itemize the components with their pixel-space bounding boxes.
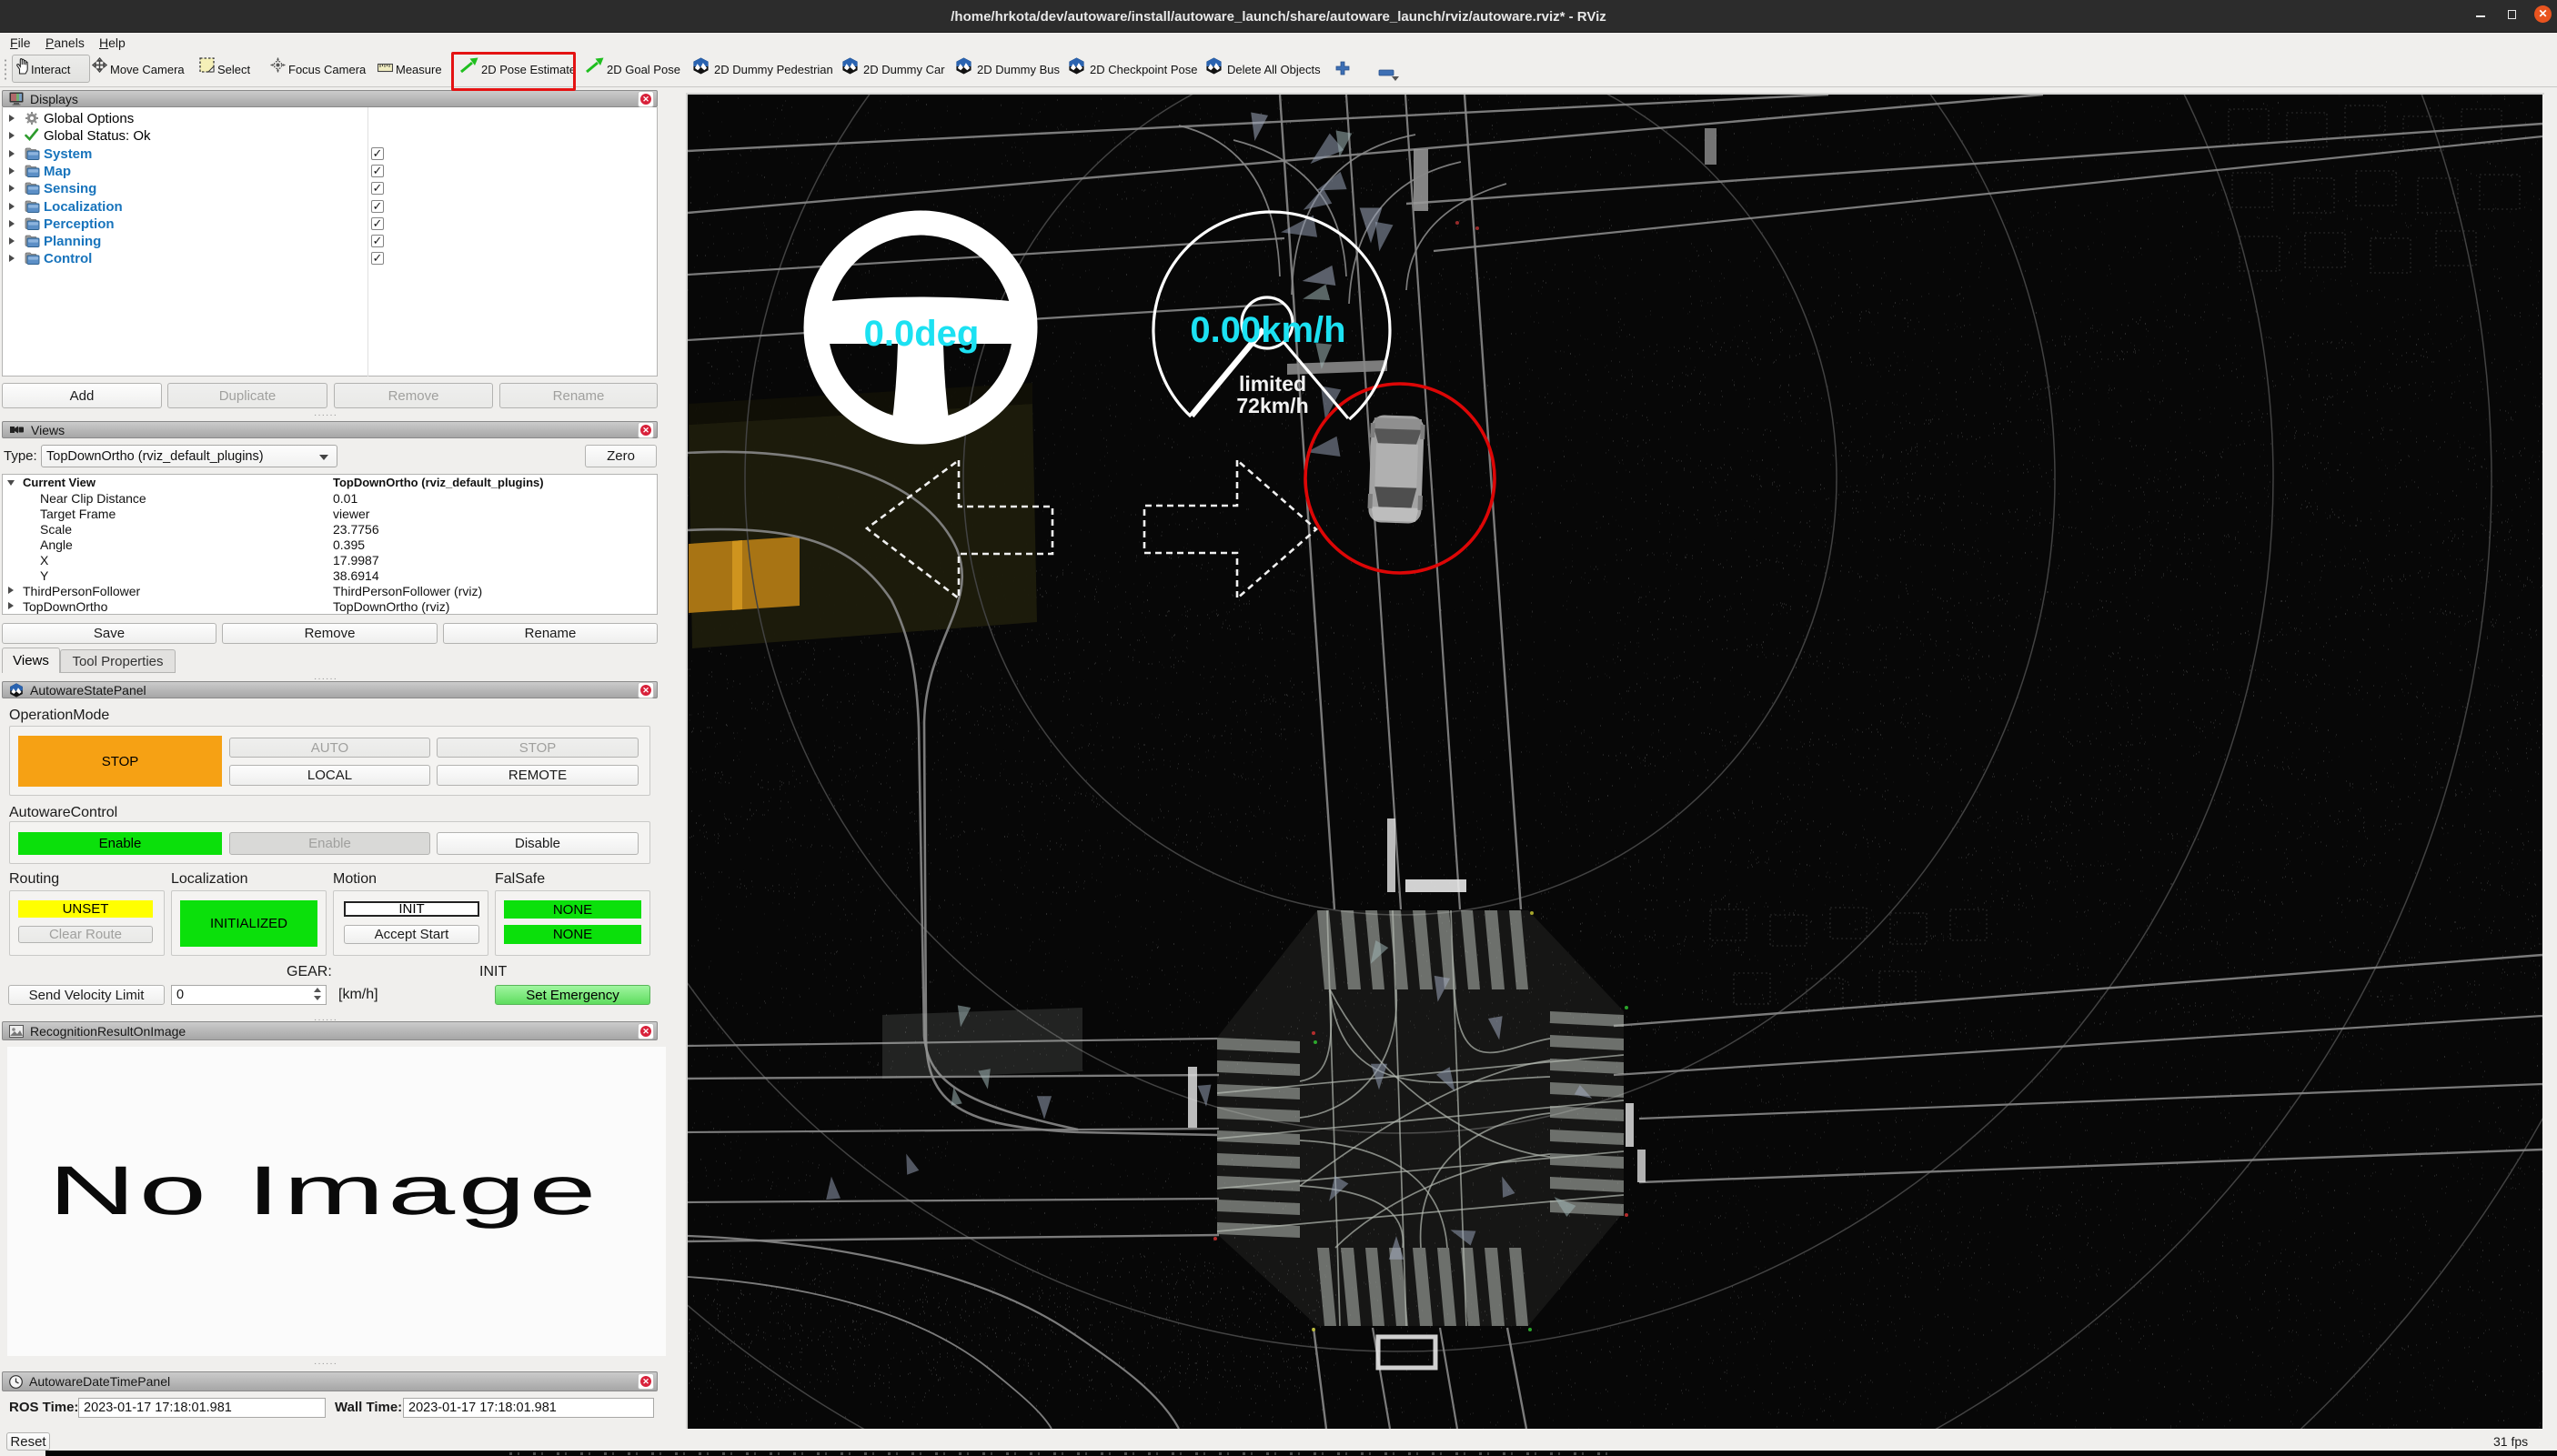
svg-text:0.0deg: 0.0deg xyxy=(864,314,980,354)
svg-text:72km/h: 72km/h xyxy=(1236,394,1308,417)
svg-text:0.00km/h: 0.00km/h xyxy=(1190,310,1345,350)
svg-text:limited: limited xyxy=(1239,372,1306,396)
